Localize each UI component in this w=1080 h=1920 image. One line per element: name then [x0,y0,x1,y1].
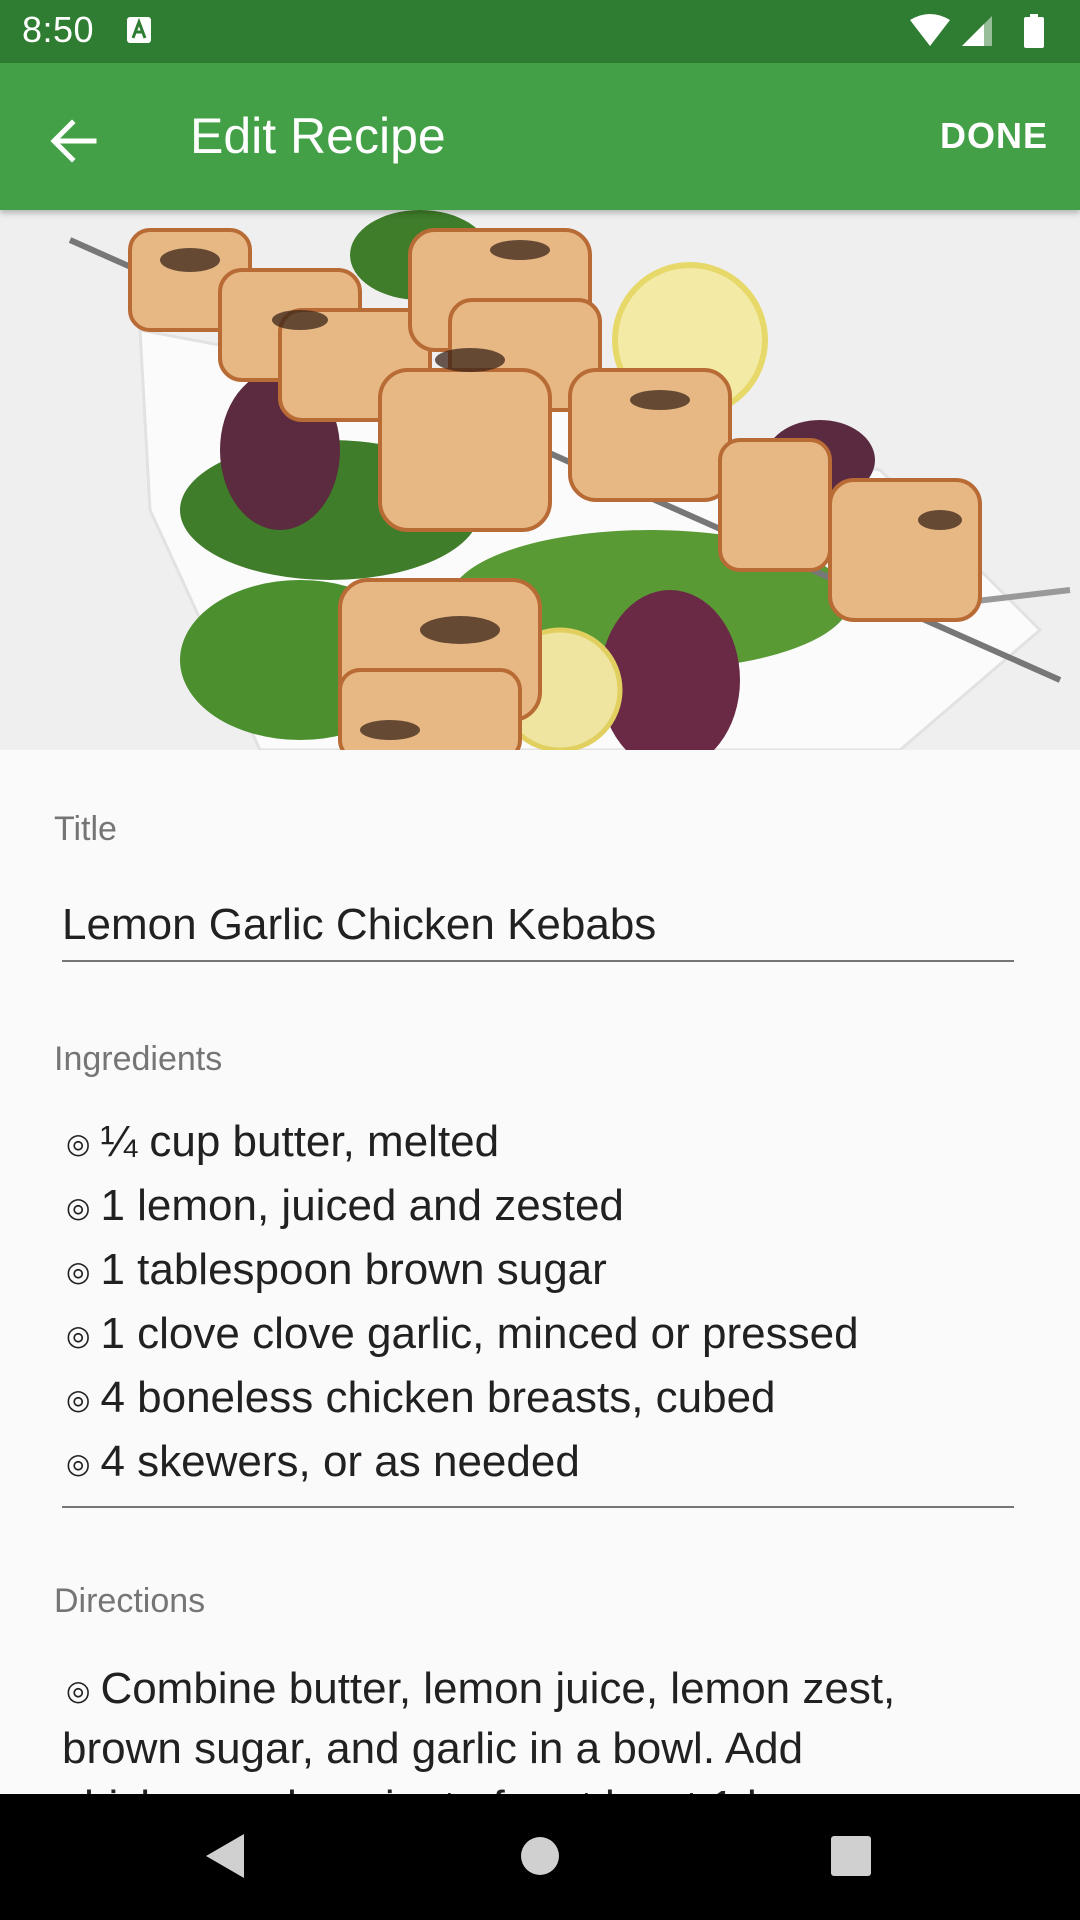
notification-a-icon [127,17,151,43]
ingredient-line: ◎ ¼ cup butter, melted [62,1110,1014,1174]
page-title: Edit Recipe [190,108,446,164]
bullet-icon: ◎ [66,1675,91,1707]
done-button[interactable]: DONE [940,115,1048,157]
ingredient-text: 1 lemon, juiced and zested [100,1181,624,1230]
bullet-icon: ◎ [66,1128,91,1160]
ingredient-text: 1 tablespoon brown sugar [100,1245,607,1294]
bullet-icon: ◎ [66,1320,91,1352]
back-arrow-icon[interactable] [44,111,104,171]
ingredient-line: ◎ 1 clove clove garlic, minced or pressed [62,1302,1014,1366]
ingredients-input[interactable]: ◎ ¼ cup butter, melted ◎ 1 lemon, juiced a… [62,1110,1014,1508]
nav-home-icon[interactable] [520,1832,560,1880]
ingredient-text: 1 clove clove garlic, minced or pressed [100,1309,859,1358]
ingredient-line: ◎ 1 tablespoon brown sugar [62,1238,1014,1302]
nav-back-icon[interactable] [204,1832,248,1880]
nav-recents-icon[interactable] [830,1832,872,1880]
status-icons [910,14,1044,48]
status-bar: 8:50 [0,0,1080,63]
recipe-photo[interactable] [0,210,1080,750]
bullet-icon: ◎ [66,1256,91,1288]
system-nav-bar [0,1794,1080,1920]
directions-label: Directions [54,1582,206,1620]
title-label: Title [54,810,117,848]
ingredient-line: ◎ 4 boneless chicken breasts, cubed [62,1366,1014,1430]
battery-icon [1024,14,1044,48]
title-input[interactable] [62,890,1014,962]
bullet-icon: ◎ [66,1192,91,1224]
ingredient-text: 4 skewers, or as needed [100,1437,580,1486]
wifi-icon [910,14,950,46]
ingredient-text: 4 boneless chicken breasts, cubed [100,1373,776,1422]
ingredient-line: ◎ 4 skewers, or as needed [62,1430,1014,1494]
ingredient-line: ◎ 1 lemon, juiced and zested [62,1174,1014,1238]
ingredient-text: ¼ cup butter, melted [100,1117,500,1166]
bullet-icon: ◎ [66,1448,91,1480]
ingredients-label: Ingredients [54,1040,223,1078]
app-bar: Edit Recipe DONE [0,63,1080,210]
recipe-photo-art [0,210,1080,750]
bullet-icon: ◎ [66,1384,91,1416]
status-time: 8:50 [22,9,95,50]
signal-icon [962,16,992,46]
